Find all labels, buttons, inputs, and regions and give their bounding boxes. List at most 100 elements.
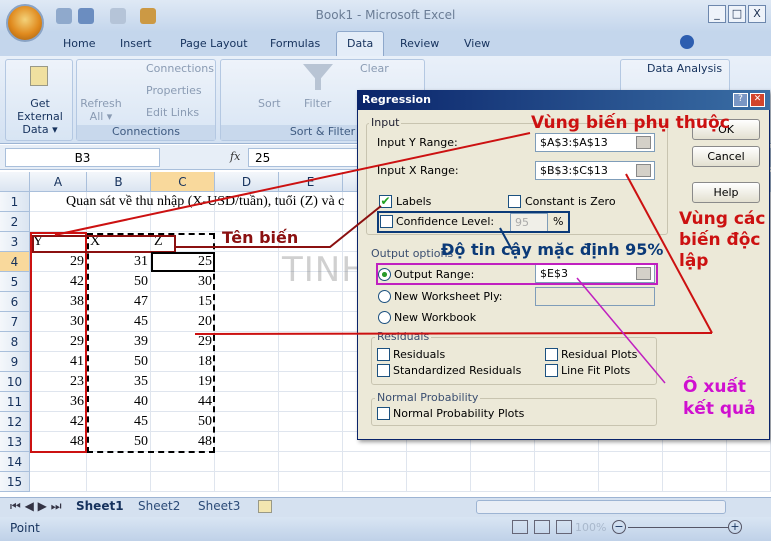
sheet-nav-icons[interactable]: ⏮ ◀ ▶ ⏭ (10, 499, 62, 514)
cell[interactable] (279, 292, 343, 312)
tab-formulas[interactable]: Formulas (270, 37, 320, 50)
cell[interactable] (535, 472, 599, 492)
cell[interactable] (30, 212, 87, 232)
page-break-view-icon[interactable] (556, 520, 572, 534)
column-header-C: C (151, 172, 215, 192)
row-header-7: 7 (0, 312, 30, 332)
column-header-D: D (215, 172, 279, 192)
fx-icon[interactable]: fx (230, 150, 240, 163)
cell[interactable] (343, 472, 407, 492)
cell[interactable] (535, 452, 599, 472)
cell[interactable] (215, 272, 279, 292)
zoom-level[interactable]: 100% (575, 521, 606, 534)
get-external-data-button[interactable]: Get External Data ▾ (7, 97, 73, 136)
cell[interactable] (279, 212, 343, 232)
properties-button[interactable]: Properties (146, 84, 202, 97)
cell[interactable] (279, 332, 343, 352)
edit-links-button[interactable]: Edit Links (146, 106, 199, 119)
cell[interactable] (215, 292, 279, 312)
title-cell[interactable]: Quan sát về thu nhập (X-USD/tuần), tuổi … (30, 192, 390, 212)
cell[interactable] (215, 452, 279, 472)
zoom-out-icon[interactable]: − (612, 520, 626, 534)
minimize-button[interactable]: _ (708, 5, 726, 23)
cell[interactable] (215, 212, 279, 232)
cell[interactable] (87, 452, 151, 472)
connections-button[interactable]: Connections (146, 62, 214, 75)
filter-button[interactable]: Filter (304, 97, 331, 110)
cell[interactable] (279, 352, 343, 372)
cell[interactable] (279, 412, 343, 432)
select-all-corner (0, 172, 30, 192)
column-header-A: A (30, 172, 87, 192)
cell[interactable] (215, 472, 279, 492)
cell[interactable] (471, 472, 535, 492)
tab-data[interactable]: Data (336, 31, 385, 57)
cell[interactable] (215, 372, 279, 392)
cell[interactable] (30, 452, 87, 472)
cell[interactable] (215, 392, 279, 412)
cell[interactable] (279, 372, 343, 392)
cell[interactable] (727, 472, 771, 492)
row-header-11: 11 (0, 392, 30, 412)
cell[interactable] (151, 472, 215, 492)
cell[interactable] (407, 472, 471, 492)
help-icon[interactable] (680, 35, 694, 49)
tab-insert[interactable]: Insert (120, 37, 152, 50)
horizontal-scrollbar[interactable] (476, 500, 726, 514)
zoom-in-icon[interactable]: + (728, 520, 742, 534)
cell[interactable] (215, 412, 279, 432)
cell[interactable] (87, 472, 151, 492)
cell[interactable] (663, 472, 727, 492)
cell[interactable] (279, 432, 343, 452)
cell[interactable] (279, 472, 343, 492)
sheet-tab-sheet2[interactable]: Sheet2 (138, 499, 180, 513)
close-button[interactable]: X (748, 5, 766, 23)
cell[interactable] (215, 232, 279, 252)
tab-review[interactable]: Review (400, 37, 439, 50)
cell[interactable] (215, 252, 279, 272)
maximize-button[interactable]: □ (728, 5, 746, 23)
cell[interactable] (151, 452, 215, 472)
cell[interactable] (727, 452, 771, 472)
cell[interactable] (215, 352, 279, 372)
normal-view-icon[interactable] (512, 520, 528, 534)
tab-view[interactable]: View (464, 37, 490, 50)
row-header-2: 2 (0, 212, 30, 232)
cell[interactable] (279, 232, 343, 252)
cell[interactable] (215, 312, 279, 332)
sheet-tab-sheet3[interactable]: Sheet3 (198, 499, 240, 513)
data-analysis-button[interactable]: Data Analysis (647, 62, 722, 75)
cell[interactable] (599, 472, 663, 492)
cell[interactable] (215, 432, 279, 452)
sheet-tab-sheet1[interactable]: Sheet1 (76, 499, 124, 513)
office-button[interactable] (6, 4, 44, 42)
cell[interactable] (151, 212, 215, 232)
cell[interactable] (279, 312, 343, 332)
cell[interactable] (279, 452, 343, 472)
insert-sheet-icon[interactable] (258, 500, 272, 513)
row-header-1: 1 (0, 192, 30, 212)
cell[interactable] (407, 452, 471, 472)
cell[interactable] (279, 392, 343, 412)
row-header-15: 15 (0, 472, 30, 492)
cell[interactable] (343, 452, 407, 472)
y-range-highlight (30, 232, 87, 453)
cell[interactable] (87, 212, 151, 232)
sort-button[interactable]: Sort (258, 97, 281, 110)
clear-button[interactable]: Clear (360, 62, 389, 75)
refresh-all-button[interactable]: Refresh All ▾ (80, 97, 122, 123)
cell[interactable] (215, 332, 279, 352)
tab-page-layout[interactable]: Page Layout (180, 37, 248, 50)
cell[interactable] (30, 472, 87, 492)
cell[interactable] (599, 452, 663, 472)
cell[interactable] (663, 452, 727, 472)
cell[interactable] (471, 452, 535, 472)
page-layout-view-icon[interactable] (534, 520, 550, 534)
tab-home[interactable]: Home (63, 37, 95, 50)
status-bar (0, 517, 771, 541)
name-box[interactable]: B3 (5, 148, 160, 167)
zoom-slider[interactable] (628, 527, 728, 528)
row-header-12: 12 (0, 412, 30, 432)
row-header-4: 4 (0, 252, 30, 272)
row-header-3: 3 (0, 232, 30, 252)
